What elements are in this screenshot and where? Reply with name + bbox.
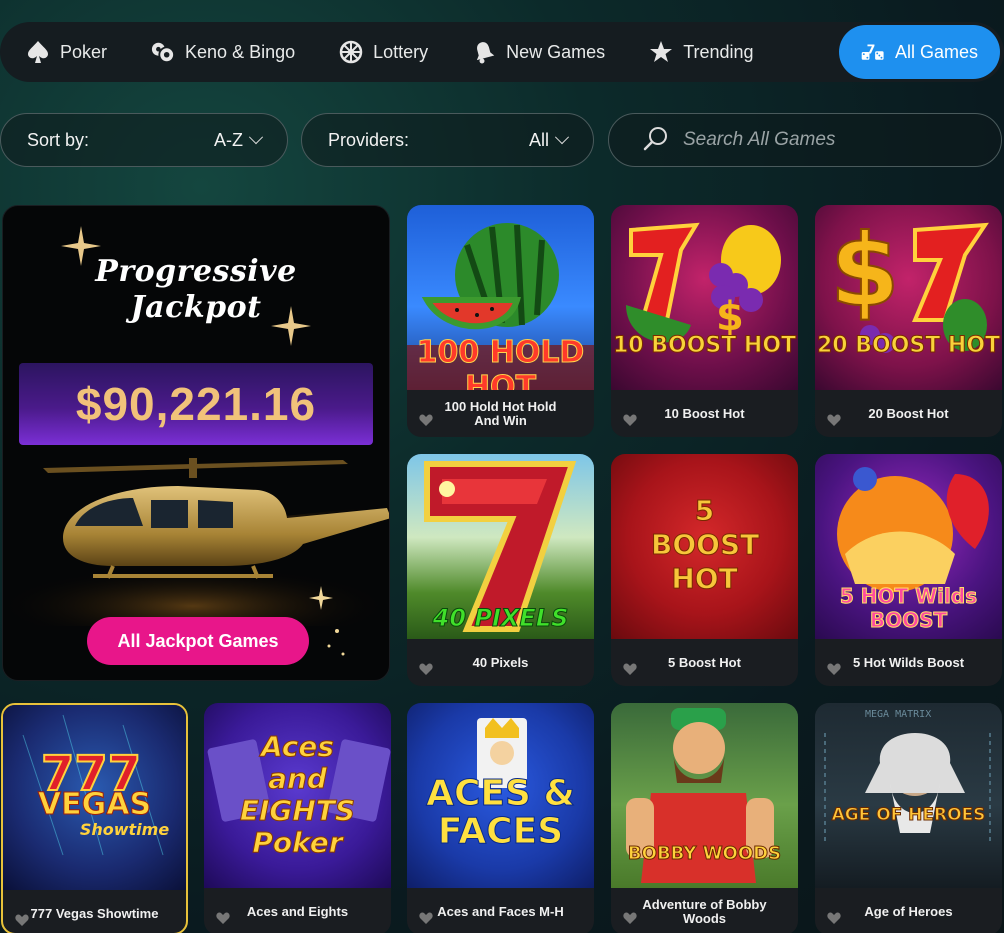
tab-label: Lottery [373,41,429,62]
spade-icon [26,40,50,64]
game-tile[interactable]: 40 PIXELS 40 Pixels [407,454,594,686]
game-thumbnail: 5 HOT Wilds BOOST [815,454,1002,639]
sort-label: Sort by: [27,129,90,150]
game-title: 20 Boost Hot [868,405,949,421]
sparkle-icon [309,586,345,656]
game-title: 100 Hold Hot Hold And Win [444,398,557,428]
game-tile[interactable]: 100 HOLD HOT 100 Hold Hot Hold And Win [407,205,594,437]
all-jackpot-games-button[interactable]: All Jackpot Games [87,617,309,665]
chevron-down-icon [248,130,264,145]
game-tile[interactable]: ACES & FACES Aces and Faces M-H [407,703,594,933]
game-thumbnail: 100 HOLD HOT [407,205,594,390]
tab-lottery[interactable]: Lottery [317,25,450,79]
game-thumbnail: 5 BOOST HOT [611,454,798,639]
game-tile[interactable]: 777 VEGAS Showtime 777 Vegas Showtime [1,703,188,933]
search-icon [643,125,669,156]
game-tile[interactable]: MEGA MATRIX AGE OF HEROES Age of Heroes [815,703,1002,933]
game-thumbnail: 777 VEGAS Showtime [3,705,186,890]
game-title: 10 Boost Hot [664,405,745,421]
lottery-wheel-icon [339,40,363,64]
providers-dropdown[interactable]: Providers: All [301,113,594,167]
svg-text:$: $ [830,212,900,329]
progressive-jackpot-card[interactable]: Progressive Jackpot $90,221.16 All Jackp… [2,205,390,681]
jackpot-amount-box: $90,221.16 [19,363,373,445]
game-thumbnail: $ 10 BOOST HOT [611,205,798,390]
game-thumbnail: 40 PIXELS [407,454,594,639]
game-thumbnail: BOBBY WOODS [611,703,798,888]
game-tile[interactable]: $ 10 BOOST HOT 10 Boost Hot [611,205,798,437]
bell-icon [472,40,496,64]
jackpot-title: Progressive Jackpot [95,254,297,325]
tab-label: Poker [60,41,108,62]
game-thumbnail: MEGA MATRIX AGE OF HEROES [815,703,1002,888]
game-title: 5 Boost Hot [668,654,741,670]
tab-label: Trending [683,41,754,62]
tab-label: New Games [506,41,606,62]
game-thumbnail: ACES & FACES [407,703,594,888]
game-title: 40 Pixels [472,654,529,670]
tab-keno-bingo[interactable]: Keno & Bingo [129,25,317,79]
search-bar[interactable] [608,113,1002,167]
tab-poker[interactable]: Poker [4,25,129,79]
jackpot-amount: $90,221.16 [75,378,317,430]
game-title: Aces and Faces M-H [437,903,564,919]
game-tile[interactable]: 5 BOOST HOT 5 Boost Hot [611,454,798,686]
game-tile[interactable]: Aces and EIGHTS Poker Aces and Eights [204,703,391,933]
game-thumbnail: $ 20 BOOST HOT [815,205,1002,390]
sort-dropdown[interactable]: Sort by: A-Z [0,113,288,167]
tab-new-games[interactable]: New Games [450,25,627,79]
star-icon [649,40,673,64]
tab-all-games[interactable]: 7 All Games [838,25,1000,79]
keno-balls-icon [151,40,176,64]
svg-text:MEGA MATRIX: MEGA MATRIX [865,709,931,720]
game-thumbnail: Aces and EIGHTS Poker [204,703,391,888]
category-tabs: Poker Keno & Bingo Lottery New Games Tre… [0,22,1004,82]
dice-seven-icon: 7 [861,40,885,64]
game-tile[interactable]: BOBBY WOODS Adventure of Bobby Woods [611,703,798,933]
game-title: Age of Heroes [864,903,953,919]
game-title: Adventure of Bobby Woods [642,896,767,926]
game-title: Aces and Eights [246,903,349,919]
providers-value: All [528,129,549,150]
tab-label: All Games [894,41,978,62]
search-input[interactable] [683,129,963,151]
game-tile[interactable]: 5 HOT Wilds BOOST 5 Hot Wilds Boost [815,454,1002,686]
tab-label: Keno & Bingo [185,41,296,62]
tab-trending[interactable]: Trending [627,25,775,79]
game-title: 777 Vegas Showtime [30,905,159,921]
game-tile[interactable]: $ 20 BOOST HOT 20 Boost Hot [815,205,1002,437]
providers-label: Providers: [328,129,410,150]
game-title: 5 Hot Wilds Boost [852,654,965,670]
sort-value: A-Z [214,129,243,150]
chevron-down-icon [554,130,570,145]
